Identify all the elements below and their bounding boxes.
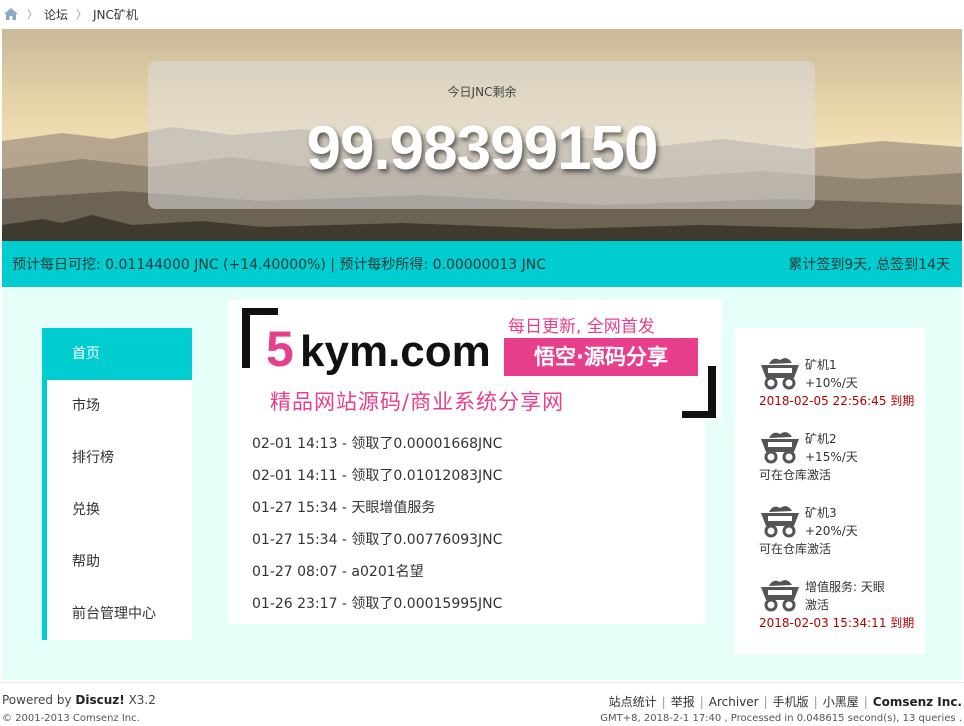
today-remaining-label: 今日JNC剩余 xyxy=(447,85,517,99)
banner-logo-number: 5 xyxy=(266,321,294,377)
log-entry: 02-01 14:11 - 领取了0.01012083JNC xyxy=(252,468,503,484)
miner-list: 矿机1 +10%/天 2018-02-05 22:56:45 到期 矿机2 +1… xyxy=(735,328,925,654)
log-entry: 01-27 15:34 - 天眼增值服务 xyxy=(252,500,436,516)
footer-separator: | xyxy=(699,695,704,709)
footer-link-report[interactable]: 举报 xyxy=(671,695,695,709)
banner-bracket xyxy=(682,411,716,418)
miner-rate: +20%/天 xyxy=(805,524,858,538)
miner-status: 2018-02-05 22:56:45 到期 xyxy=(759,394,915,408)
powered-prefix: Powered by xyxy=(2,693,72,707)
today-remaining-value: 99.98399150 xyxy=(306,114,658,183)
breadcrumb-current: JNC矿机 xyxy=(93,7,138,22)
miner-name: 矿机1 xyxy=(805,358,837,372)
breadcrumb: 〉 论坛 〉 JNC矿机 xyxy=(0,0,964,28)
menu-item-market[interactable]: 市场 xyxy=(47,380,192,432)
miner-rate: +10%/天 xyxy=(805,376,858,390)
banner-subtitle: 精品网站源码/商业系统分享网 xyxy=(270,390,565,414)
miner-item[interactable]: 矿机1 +10%/天 2018-02-05 22:56:45 到期 xyxy=(759,352,925,418)
footer-link-archiver[interactable]: Archiver xyxy=(709,695,759,709)
banner-bracket xyxy=(242,308,278,315)
miner-status: 可在仓库激活 xyxy=(759,542,832,556)
mine-cart-icon xyxy=(761,506,799,538)
footer-separator: | xyxy=(763,695,768,709)
main-content: 首页 市场 排行榜 兑换 帮助 前台管理中心 5 kym.com 每日更新, 全… xyxy=(2,288,962,680)
mine-cart-icon xyxy=(761,580,799,612)
footer-separator: | xyxy=(863,695,868,709)
log-entry: 01-27 08:07 - a0201名望 xyxy=(252,564,424,580)
discuz-link[interactable]: Discuz! xyxy=(75,693,124,707)
home-icon[interactable] xyxy=(3,7,19,21)
menu-item-ranking[interactable]: 排行榜 xyxy=(47,432,192,484)
menu-item-home[interactable]: 首页 xyxy=(42,328,192,380)
mine-cart-icon xyxy=(761,358,799,390)
mining-estimate-text: 预计每日可挖: 0.01144000 JNC (+14.40000%) | 预计… xyxy=(12,257,547,273)
side-menu: 首页 市场 排行榜 兑换 帮助 前台管理中心 xyxy=(42,328,192,640)
discuz-version: X3.2 xyxy=(128,693,156,707)
mine-cart-icon xyxy=(761,432,799,464)
miner-rate: 激活 xyxy=(805,598,830,612)
banner-logo-domain: kym.com xyxy=(300,327,491,376)
miner-status: 可在仓库激活 xyxy=(759,468,832,482)
menu-item-help[interactable]: 帮助 xyxy=(47,536,192,588)
miner-item[interactable]: 矿机2 +15%/天 可在仓库激活 xyxy=(759,426,925,492)
log-entry: 01-26 23:17 - 领取了0.00015995JNC xyxy=(252,596,503,612)
miner-rate: +15%/天 xyxy=(805,450,858,464)
powered-by: Powered by Discuz! X3.2 xyxy=(2,693,156,707)
copyright: © 2001-2013 Comsenz Inc. xyxy=(2,713,140,724)
log-entry: 01-27 15:34 - 领取了0.00776093JNC xyxy=(252,532,503,548)
menu-item-admin-center[interactable]: 前台管理中心 xyxy=(47,588,192,640)
miner-item[interactable]: 矿机3 +20%/天 可在仓库激活 xyxy=(759,500,925,566)
banner-bracket xyxy=(242,308,250,368)
footer-link-mobile[interactable]: 手机版 xyxy=(773,695,809,709)
miner-item[interactable]: 增值服务: 天眼 激活 2018-02-03 15:34:11 到期 xyxy=(759,574,925,640)
footer-link-blackroom[interactable]: 小黑屋 xyxy=(823,695,859,709)
miner-status: 2018-02-03 15:34:11 到期 xyxy=(759,616,915,630)
banner-brand-box: 悟空·源码分享 xyxy=(504,338,698,376)
footer-link-site-stats[interactable]: 站点统计 xyxy=(609,695,657,709)
footer: Powered by Discuz! X3.2 © 2001-2013 Coms… xyxy=(0,682,964,726)
processing-info: GMT+8, 2018-2-1 17:40 , Processed in 0.0… xyxy=(600,713,962,724)
footer-links: 站点统计 | 举报 | Archiver | 手机版 | 小黑屋 | Comsenz Inc. xyxy=(609,693,962,710)
checkin-summary-text: 累计签到9天, 总签到14天 xyxy=(788,257,950,273)
menu-item-exchange[interactable]: 兑换 xyxy=(47,484,192,536)
stats-bar: 预计每日可挖: 0.01144000 JNC (+14.40000%) | 预计… xyxy=(2,241,962,287)
log-entry: 02-01 14:13 - 领取了0.00001668JNC xyxy=(252,436,503,452)
miner-name: 增值服务: 天眼 xyxy=(805,580,885,594)
banner-tagline: 每日更新, 全网首发 xyxy=(508,317,655,337)
miner-name: 矿机2 xyxy=(805,432,837,446)
breadcrumb-forum-link[interactable]: 论坛 xyxy=(44,6,68,23)
footer-separator: | xyxy=(813,695,818,709)
footer-link-company[interactable]: Comsenz Inc. xyxy=(873,695,962,709)
ad-banner[interactable]: 5 kym.com 每日更新, 全网首发 悟空·源码分享 精品网站源码/商业系统… xyxy=(242,300,722,420)
activity-panel: 5 kym.com 每日更新, 全网首发 悟空·源码分享 精品网站源码/商业系统… xyxy=(228,300,722,624)
hero-banner: 今日JNC剩余 99.98399150 xyxy=(2,29,962,241)
footer-separator: | xyxy=(661,695,666,709)
activity-log: 02-01 14:13 - 领取了0.00001668JNC 02-01 14:… xyxy=(252,428,502,620)
miner-name: 矿机3 xyxy=(805,506,837,520)
breadcrumb-separator: 〉 xyxy=(27,8,38,21)
breadcrumb-separator: 〉 xyxy=(76,8,88,21)
